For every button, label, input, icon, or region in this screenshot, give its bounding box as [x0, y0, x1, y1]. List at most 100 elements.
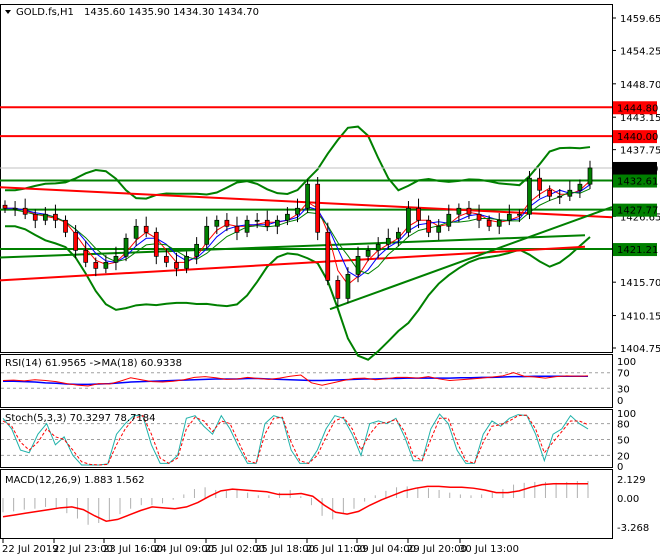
price-tag-label: 1440.00: [617, 132, 658, 143]
price-axis-label: 1454.25: [620, 46, 660, 57]
macd-signal-line: [2, 482, 588, 522]
macd-level-label: -3.268: [617, 523, 649, 534]
candle: [567, 189, 573, 197]
candle: [244, 219, 250, 233]
candle: [365, 249, 371, 257]
candle: [214, 219, 220, 227]
candle: [22, 207, 28, 215]
price-tag-label: 1434.70: [617, 164, 658, 175]
candle: [537, 177, 542, 191]
candle: [355, 255, 361, 275]
price-tag-label: 1444.80: [617, 103, 658, 114]
candle: [557, 195, 563, 198]
time-axis-label: 30 Jul 13:00: [459, 544, 519, 555]
candle: [93, 261, 99, 269]
stoch-level-label: 50: [617, 436, 630, 447]
price-axis-label: 1404.75: [620, 344, 660, 355]
candle: [476, 213, 482, 221]
candle: [2, 204, 8, 209]
rsi-level-label: 0: [617, 396, 623, 407]
candle: [345, 274, 351, 299]
stoch-level-label: 80: [617, 420, 630, 431]
candle: [73, 231, 78, 251]
candle: [466, 207, 472, 215]
candle: [133, 225, 139, 239]
stoch-label: Stoch(5,3,3) 70.3297 78.7184: [5, 413, 156, 424]
candle: [527, 177, 532, 215]
price-plot: [0, 106, 613, 361]
candle: [12, 207, 18, 210]
price-axis-label: 1410.15: [620, 312, 660, 323]
candle: [456, 207, 462, 215]
candle: [164, 255, 169, 263]
candle: [587, 167, 593, 185]
candle: [496, 219, 502, 227]
candle: [53, 213, 58, 221]
time-axis: 22 Jul 201922 Jul 23:0023 Jul 16:0024 Ju…: [2, 539, 519, 555]
candle: [375, 243, 381, 251]
time-axis-label: 29 Jul 20:00: [407, 544, 467, 555]
candle: [83, 249, 89, 263]
symbol-label: GOLD.fs,H1: [16, 7, 74, 18]
candle: [254, 219, 260, 222]
price-axis-label: 1459.65: [620, 14, 660, 25]
macd-level-label: 2.129: [617, 475, 646, 486]
candle: [113, 255, 119, 263]
candle: [274, 219, 280, 227]
candle: [153, 231, 159, 257]
trading-chart[interactable]: 100 70 30 0 100 80 50 20 0 2.129 0.00 -3.268 1459.6…: [0, 0, 660, 560]
rsi-level-label: 100: [617, 357, 636, 368]
candle: [184, 255, 189, 269]
rsi-label: RSI(14) 61.9565 ->MA(18) 60.9338: [5, 358, 182, 369]
candle: [174, 261, 179, 269]
chart-canvas[interactable]: 1007030010080502002.1290.00-3.268 1459.6…: [0, 0, 660, 560]
candle: [285, 213, 290, 221]
candle: [264, 219, 270, 227]
candle: [224, 219, 230, 227]
price-axis-label: 1437.75: [620, 146, 660, 157]
candle: [396, 231, 401, 239]
price-tags: 1444.80 1440.00 1434.70 1432.61 1427.77 1421.…: [613, 101, 658, 257]
candle: [385, 237, 391, 245]
stoch-level-label: 20: [617, 451, 630, 462]
candle: [63, 219, 68, 233]
candle: [446, 213, 452, 227]
price-axis-label: 1443.15: [620, 113, 660, 124]
main-panel-frame: [0, 4, 613, 353]
macd-level-label: 0.00: [617, 494, 639, 505]
candle: [426, 219, 431, 233]
candle: [577, 183, 583, 191]
candle: [325, 231, 331, 281]
candle: [517, 213, 522, 216]
candle: [305, 183, 310, 209]
rsi-level-label: 70: [617, 369, 630, 380]
ohlc-values: 1435.60 1435.90 1434.30 1434.70: [84, 7, 259, 18]
stoch-level-label: 100: [617, 409, 636, 420]
rsi-level-label: 30: [617, 384, 630, 395]
candle: [234, 225, 240, 233]
stoch-level-label: 0: [617, 462, 623, 473]
candle: [335, 280, 341, 299]
candle: [42, 213, 48, 221]
candle: [143, 225, 149, 233]
candle: [103, 261, 109, 269]
price-tag-label: 1432.61: [617, 177, 658, 188]
bollinger-upper: [5, 125, 591, 200]
indicator-plots: 1007030010080502002.1290.00-3.268: [1, 357, 649, 534]
candle: [204, 225, 210, 245]
candle: [194, 243, 199, 257]
candle: [295, 207, 300, 215]
price-tag-label: 1421.21: [617, 245, 658, 256]
ma-red: [5, 180, 591, 286]
candle: [32, 213, 38, 221]
candle: [315, 183, 321, 233]
candle: [406, 207, 411, 233]
candle: [547, 189, 553, 197]
time-axis-label: 22 Jul 2019: [2, 544, 59, 555]
price-axis-label: 1448.70: [620, 80, 660, 91]
candle: [123, 237, 129, 257]
candle: [506, 213, 512, 221]
collapse-triangle-icon[interactable]: [5, 10, 11, 14]
price-axis-label: 1415.70: [620, 278, 660, 289]
candle: [416, 207, 421, 221]
